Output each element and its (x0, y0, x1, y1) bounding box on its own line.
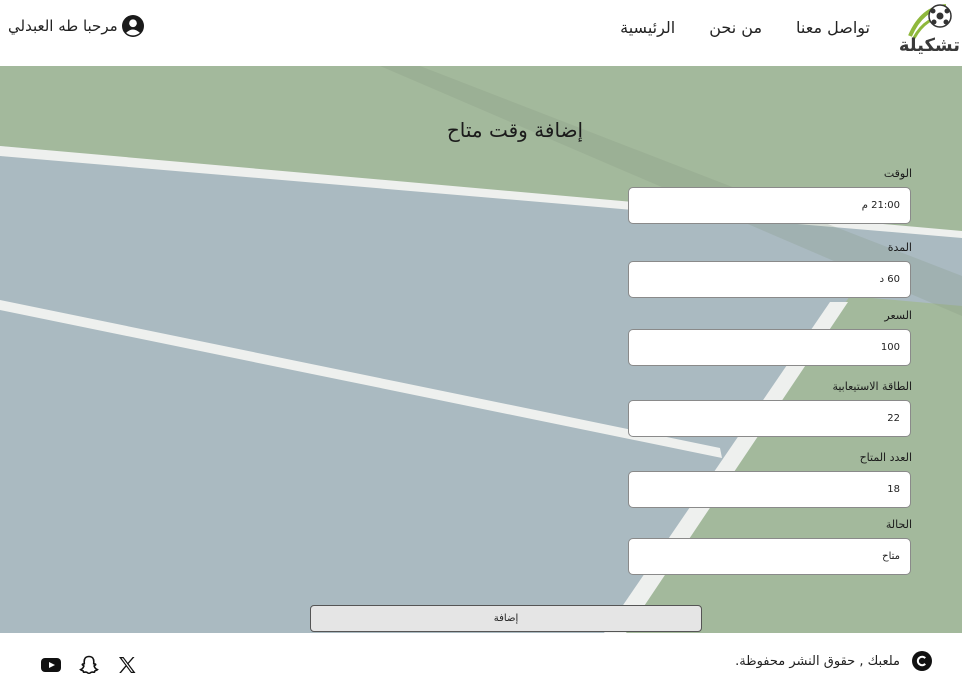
duration-label: المدة (887, 241, 912, 254)
copyright: ملعبك , حقوق النشر محفوظة. (735, 651, 932, 671)
page-title: إضافة وقت متاح (446, 118, 584, 142)
status-field[interactable] (628, 538, 911, 575)
user-avatar-icon (121, 15, 144, 37)
capacity-label: الطاقة الاستيعابية (832, 380, 912, 393)
available-count-label: العدد المتاح (859, 451, 912, 464)
logo-text: تشكيلة (898, 35, 960, 56)
time-field[interactable] (628, 187, 911, 224)
nav-contact[interactable]: تواصل معنا (796, 18, 870, 37)
time-label: الوقت (883, 167, 912, 180)
logo[interactable]: تشكيلة (898, 2, 962, 58)
user-greeting: مرحبا طه العبدلي (8, 17, 118, 35)
duration-field[interactable] (628, 261, 911, 298)
form-section: إضافة وقت متاح الوقت المدة السعر الطاقة … (0, 66, 962, 633)
site-header: تشكيلة الرئيسية من نحن تواصل معنا مرحبا … (0, 0, 962, 66)
main-nav: الرئيسية من نحن تواصل معنا (620, 18, 870, 37)
nav-home[interactable]: الرئيسية (620, 18, 675, 37)
nav-about[interactable]: من نحن (709, 18, 762, 37)
status-input[interactable] (629, 539, 910, 574)
snapchat-icon[interactable] (78, 654, 100, 676)
user-menu[interactable]: مرحبا طه العبدلي (8, 15, 144, 37)
copyright-text: ملعبك , حقوق النشر محفوظة. (735, 653, 900, 669)
site-footer: ملعبك , حقوق النشر محفوظة. (0, 633, 962, 682)
capacity-input[interactable] (629, 401, 910, 436)
x-icon[interactable] (116, 654, 138, 676)
capacity-field[interactable] (628, 400, 911, 437)
social-links (40, 654, 138, 676)
time-input[interactable] (629, 188, 910, 223)
price-input[interactable] (629, 330, 910, 365)
status-label: الحالة (885, 518, 912, 531)
copyright-icon (912, 651, 932, 671)
duration-input[interactable] (629, 262, 910, 297)
youtube-icon[interactable] (40, 654, 62, 676)
available-count-input[interactable] (629, 472, 910, 507)
add-button[interactable]: إضافة (310, 605, 702, 632)
price-label: السعر (884, 309, 912, 322)
available-count-field[interactable] (628, 471, 911, 508)
price-field[interactable] (628, 329, 911, 366)
